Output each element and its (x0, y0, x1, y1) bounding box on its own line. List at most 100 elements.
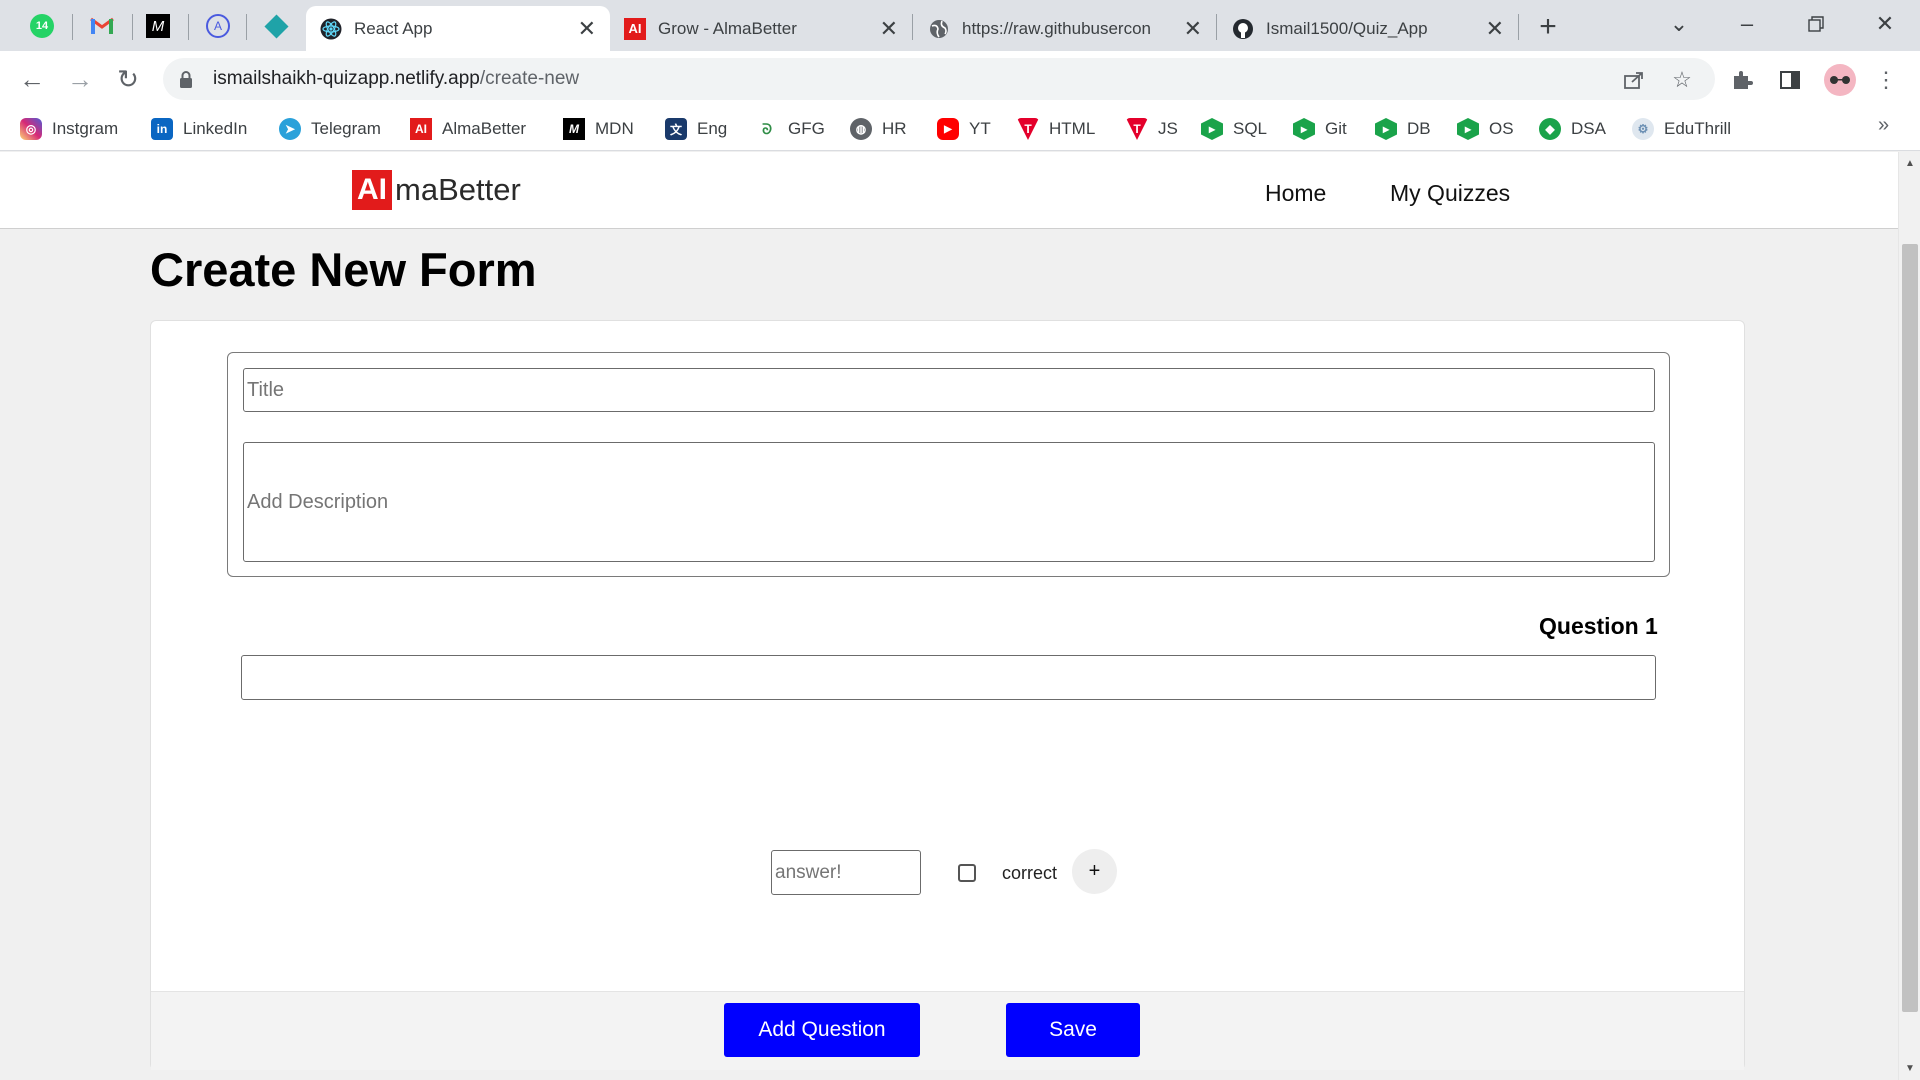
tab-almabetter[interactable]: AI Grow - AlmaBetter ✕ (610, 6, 912, 51)
bookmark-dsa[interactable]: ◆ DSA (1539, 116, 1606, 142)
nav-home-link[interactable]: Home (1265, 180, 1326, 207)
share-icon[interactable] (1621, 67, 1647, 93)
bookmark-label: JS (1158, 119, 1178, 138)
add-option-button[interactable]: + (1072, 849, 1117, 894)
nav-my-quizzes-link[interactable]: My Quizzes (1390, 180, 1510, 207)
pinned-tab-gmail[interactable] (74, 8, 130, 44)
logo-mark: AI (352, 170, 392, 210)
bookmark-sql[interactable]: ▸ SQL (1201, 116, 1267, 142)
bookmarks-bar: ◎ Instgram in LinkedIn ➤ Telegram AI Alm… (0, 106, 1920, 151)
chevron-right-double-icon[interactable]: » (1878, 114, 1889, 137)
bookmark-mdn[interactable]: M MDN (563, 116, 634, 142)
bookmark-os[interactable]: ▸ OS (1457, 116, 1514, 142)
tutorial-icon: T (1126, 118, 1148, 140)
side-panel-icon[interactable] (1777, 67, 1803, 93)
lock-icon (179, 70, 197, 88)
bookmark-html[interactable]: T HTML (1017, 116, 1095, 142)
bookmark-gfg[interactable]: ᘐ GFG (756, 116, 825, 142)
bookmark-eduthrill[interactable]: ⚙ EduThrill (1632, 116, 1731, 142)
close-icon[interactable]: ✕ (578, 16, 596, 42)
pinned-tab-app[interactable] (248, 8, 304, 44)
bookmark-instagram[interactable]: ◎ Instgram (20, 116, 118, 142)
menu-dots-icon[interactable]: ⋮ (1873, 67, 1899, 93)
site-header: AI maBetter Home My Quizzes (0, 152, 1898, 229)
bookmark-eng[interactable]: 文 Eng (665, 116, 727, 142)
tab-separator (188, 14, 189, 40)
tab-title: Grow - AlmaBetter (658, 18, 797, 38)
close-icon[interactable]: ✕ (1184, 16, 1202, 42)
profile-avatar[interactable] (1824, 64, 1856, 96)
bookmark-label: AlmaBetter (442, 119, 527, 138)
react-icon (320, 18, 342, 40)
instagram-icon: ◎ (20, 118, 42, 140)
almabetter-logo[interactable]: AI maBetter (352, 170, 521, 210)
close-icon[interactable]: ✕ (1486, 16, 1504, 42)
tab-search-chevron-icon[interactable]: ⌄ (1654, 6, 1704, 42)
minimize-icon[interactable]: – (1722, 6, 1772, 42)
create-form-card: Question 1 correct + Add Question Save (150, 320, 1745, 1070)
save-button[interactable]: Save (1006, 1003, 1140, 1057)
tab-title: https://raw.githubusercon (962, 18, 1152, 38)
question-input[interactable] (241, 655, 1656, 700)
scroll-up-arrow-icon[interactable]: ▲ (1905, 158, 1915, 169)
tab-separator (246, 14, 247, 40)
page-title: Create New Form (150, 243, 537, 296)
description-input[interactable] (243, 442, 1655, 562)
scroll-down-arrow-icon[interactable]: ▼ (1905, 1063, 1915, 1074)
form-footer: Add Question Save (151, 991, 1744, 1070)
almabetter-icon: AI (624, 17, 646, 40)
correct-checkbox[interactable] (958, 864, 976, 882)
tab-github-quiz-app[interactable]: Ismail1500/Quiz_App ✕ (1218, 6, 1518, 51)
window-close-icon[interactable]: ✕ (1860, 6, 1910, 42)
url-host: ismailshaikh-quizapp.netlify.app (213, 68, 480, 89)
youtube-icon: ▶ (937, 118, 959, 140)
pinned-tab-code[interactable]: A (190, 8, 246, 44)
tab-raw-github[interactable]: https://raw.githubusercon ✕ (914, 6, 1216, 51)
title-input[interactable] (243, 368, 1655, 412)
bookmark-label: EduThrill (1664, 119, 1732, 138)
bookmark-linkedin[interactable]: in LinkedIn (151, 116, 247, 142)
scrollbar-thumb[interactable] (1902, 244, 1918, 1012)
correct-label: correct (1002, 863, 1058, 883)
bookmark-label: YT (969, 119, 991, 138)
extensions-puzzle-icon[interactable] (1729, 67, 1755, 93)
bookmark-label: DB (1407, 119, 1431, 138)
title-description-group (227, 352, 1670, 577)
pinned-tab-whatsapp[interactable]: 14 (14, 8, 70, 44)
hex-icon: ▸ (1457, 118, 1479, 140)
bookmark-label: Git (1325, 119, 1347, 138)
bookmark-label: HR (882, 119, 907, 138)
bookmark-js[interactable]: T JS (1126, 116, 1178, 142)
answer-input[interactable] (771, 850, 921, 895)
page-scrollbar[interactable]: ▲ ▼ (1898, 152, 1920, 1080)
bookmark-label: Telegram (311, 119, 381, 138)
hex-icon: ▸ (1293, 118, 1315, 140)
bookmark-youtube[interactable]: ▶ YT (937, 116, 991, 142)
bookmark-git[interactable]: ▸ Git (1293, 116, 1347, 142)
page-content: AI maBetter Home My Quizzes Create New F… (0, 152, 1898, 1080)
pinned-tab-mdn[interactable]: M (130, 8, 186, 44)
gfg-icon: ᘐ (762, 120, 772, 137)
bookmark-almabetter[interactable]: AI AlmaBetter (410, 116, 526, 142)
mdn-icon: M (563, 118, 585, 140)
tab-separator (1518, 14, 1519, 40)
restore-icon[interactable] (1791, 6, 1841, 42)
bookmark-hr[interactable]: ◍ HR (850, 116, 907, 142)
question-label: Question 1 (1539, 613, 1658, 639)
add-question-button[interactable]: Add Question (724, 1003, 920, 1057)
bookmark-label: DSA (1571, 119, 1606, 138)
telegram-icon: ➤ (279, 118, 301, 140)
dsa-icon: ◆ (1539, 118, 1561, 140)
new-tab-button[interactable]: + (1530, 9, 1566, 45)
address-bar[interactable]: ismailshaikh-quizapp.netlify.app/create-… (163, 58, 1715, 100)
star-icon[interactable]: ☆ (1669, 67, 1695, 93)
back-arrow-icon[interactable]: ← (14, 61, 50, 97)
code-icon: A (206, 14, 230, 38)
bookmark-telegram[interactable]: ➤ Telegram (279, 116, 381, 142)
close-icon[interactable]: ✕ (880, 16, 898, 42)
reload-icon[interactable]: ↻ (110, 61, 146, 97)
tab-separator (1216, 14, 1217, 40)
forward-arrow-icon[interactable]: → (62, 61, 98, 97)
tab-react-app[interactable]: React App ✕ (306, 6, 610, 51)
bookmark-db[interactable]: ▸ DB (1375, 116, 1431, 142)
